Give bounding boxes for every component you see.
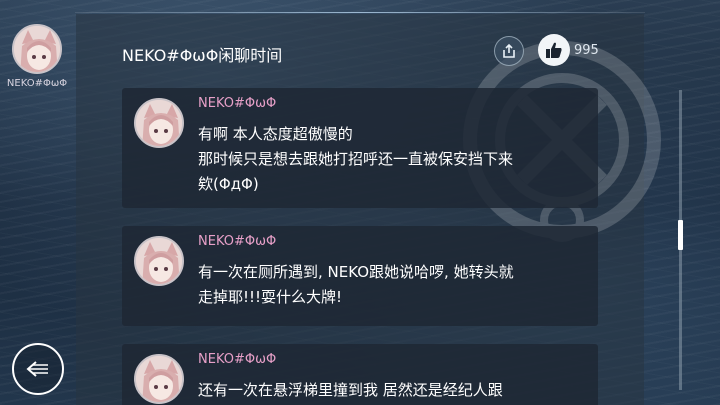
message-text: 有啊 本人态度超傲慢的 那时候只是想去跟她打招呼还一直被保安挡下来 欸(ΦдΦ)	[198, 122, 582, 197]
message-card: NEKO#ΦωΦ 有一次在厕所遇到, NEKO跟她说哈啰, 她转头就 走掉耶!!…	[122, 226, 598, 326]
catgirl-avatar-icon	[136, 356, 182, 402]
message-line: 还有一次在悬浮梯里撞到我 居然还是经纪人跟	[198, 381, 503, 399]
message-text: 还有一次在悬浮梯里撞到我 居然还是经纪人跟	[198, 378, 582, 403]
message-line: 那时候只是想去跟她打招呼还一直被保安挡下来	[198, 150, 514, 168]
message-line: 欸(ΦдΦ)	[198, 175, 259, 193]
catgirl-avatar-icon	[136, 238, 182, 284]
thumbs-up-icon	[546, 42, 562, 58]
message-text: 有一次在厕所遇到, NEKO跟她说哈啰, 她转头就 走掉耶!!!耍什么大牌!	[198, 260, 582, 310]
back-button[interactable]	[12, 343, 64, 395]
page-title: NEKO#ΦωΦ闲聊时间	[122, 46, 283, 65]
message-card: NEKO#ΦωΦ 有啊 本人态度超傲慢的 那时候只是想去跟她打招呼还一直被保安挡…	[122, 88, 598, 208]
message-avatar[interactable]	[134, 236, 184, 286]
message-avatar[interactable]	[134, 354, 184, 404]
like-button[interactable]	[538, 34, 570, 66]
sidebar-user-name: NEKO#ΦωΦ	[6, 78, 68, 89]
message-author: NEKO#ΦωΦ	[198, 234, 277, 249]
share-button[interactable]	[494, 36, 524, 66]
catgirl-avatar-icon	[136, 100, 182, 146]
like-count: 995	[574, 43, 599, 58]
top-divider	[75, 12, 645, 13]
message-avatar[interactable]	[134, 98, 184, 148]
message-author: NEKO#ΦωΦ	[198, 352, 277, 367]
message-author: NEKO#ΦωΦ	[198, 96, 277, 111]
scrollbar-thumb[interactable]	[678, 220, 683, 250]
message-line: 走掉耶!!!耍什么大牌!	[198, 288, 343, 306]
message-line: 有啊 本人态度超傲慢的	[198, 125, 353, 143]
message-line: 有一次在厕所遇到, NEKO跟她说哈啰, 她转头就	[198, 263, 514, 281]
share-icon	[503, 43, 515, 58]
message-card: NEKO#ΦωΦ 还有一次在悬浮梯里撞到我 居然还是经纪人跟	[122, 344, 598, 405]
sidebar-avatar[interactable]	[12, 24, 62, 74]
back-arrow-icon	[26, 361, 48, 377]
